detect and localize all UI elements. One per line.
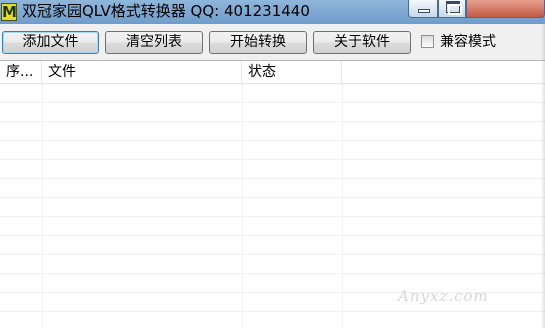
row-separator xyxy=(0,235,545,236)
row-separator xyxy=(0,121,545,122)
maximize-icon xyxy=(446,1,462,15)
maximize-button[interactable] xyxy=(438,0,466,18)
file-list[interactable]: 序... 文件 状态 Anyxz.com xyxy=(0,60,545,328)
close-button[interactable] xyxy=(466,0,545,18)
compat-mode-checkbox[interactable]: 兼容模式 xyxy=(421,33,511,51)
title-bar[interactable]: M 双冠家园QLV格式转换器 QQ: 401231440 xyxy=(0,0,545,24)
row-separator xyxy=(0,159,545,160)
watermark: Anyxz.com xyxy=(398,287,489,305)
row-separator xyxy=(0,140,545,141)
checkbox-icon[interactable] xyxy=(421,35,434,48)
window-edge xyxy=(541,24,545,328)
toolbar: 添加文件 清空列表 开始转换 关于软件 兼容模式 xyxy=(0,24,545,60)
row-separator xyxy=(0,178,545,179)
minimize-icon xyxy=(418,9,430,13)
row-separator xyxy=(0,216,545,217)
compat-mode-label: 兼容模式 xyxy=(440,34,496,50)
row-separator xyxy=(0,254,545,255)
list-header: 序... 文件 状态 xyxy=(0,61,545,84)
about-button[interactable]: 关于软件 xyxy=(313,31,411,54)
minimize-button[interactable] xyxy=(408,0,438,18)
add-file-button[interactable]: 添加文件 xyxy=(2,31,99,54)
column-header-index[interactable]: 序... xyxy=(0,61,42,83)
column-header-file[interactable]: 文件 xyxy=(42,61,242,83)
start-convert-button[interactable]: 开始转换 xyxy=(209,31,307,54)
window-title: 双冠家园QLV格式转换器 QQ: 401231440 xyxy=(22,2,310,20)
column-header-status[interactable]: 状态 xyxy=(242,61,342,83)
row-separator xyxy=(0,311,545,312)
row-separator xyxy=(0,197,545,198)
app-icon[interactable]: M xyxy=(1,3,17,21)
clear-list-button[interactable]: 清空列表 xyxy=(105,31,203,54)
row-separator xyxy=(0,273,545,274)
row-separator xyxy=(0,102,545,103)
